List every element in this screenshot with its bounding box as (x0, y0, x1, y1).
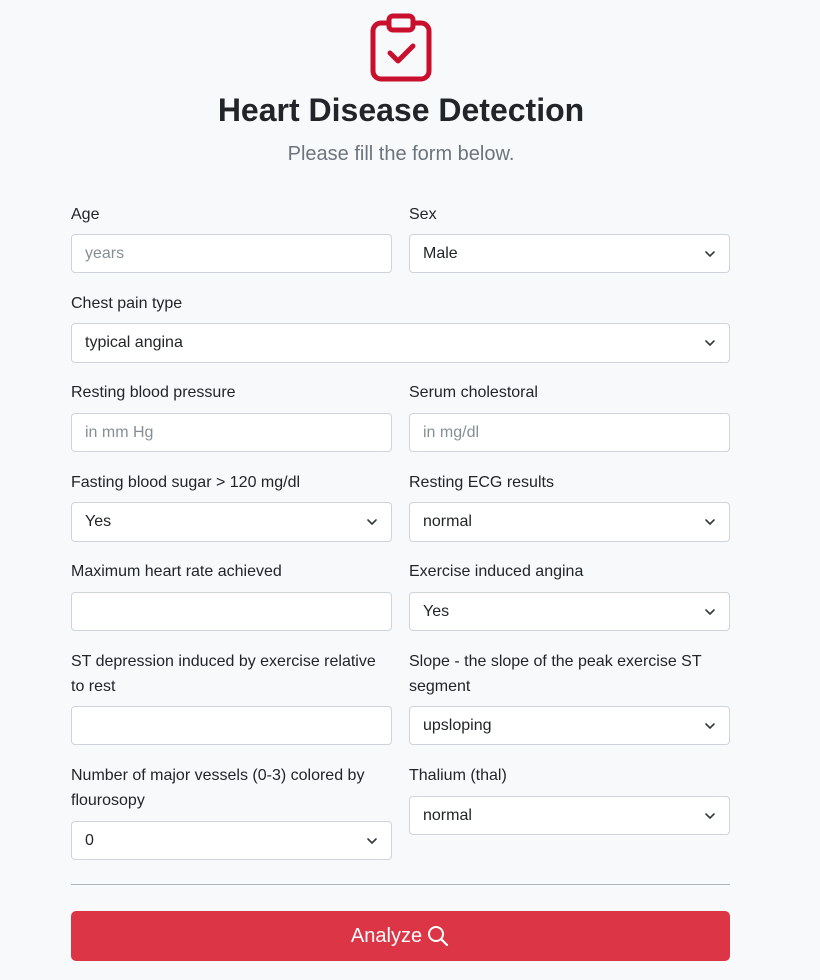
restecg-field-group: Resting ECG results normal (409, 470, 730, 542)
exang-label: Exercise induced angina (409, 563, 584, 580)
rest-bp-field-group: Resting blood pressure in mm Hg (71, 380, 392, 452)
oldpeak-label: ST depression induced by exercise relati… (71, 653, 376, 695)
ca-field-group: Number of major vessels (0-3) colored by… (71, 763, 392, 860)
thalach-input[interactable] (71, 592, 392, 631)
age-input[interactable]: years (71, 234, 392, 273)
ca-select-value: 0 (85, 831, 94, 849)
chest-pain-label: Chest pain type (71, 295, 183, 312)
slope-label: Slope - the slope of the peak exercise S… (409, 653, 702, 695)
exang-select-value: Yes (423, 602, 450, 620)
restecg-label: Resting ECG results (409, 474, 554, 491)
chevron-down-icon (705, 723, 715, 729)
fbs-field-group: Fasting blood sugar > 120 mg/dl Yes (71, 470, 392, 542)
chest-pain-select[interactable]: typical angina (71, 323, 730, 363)
thal-select[interactable]: normal (409, 796, 730, 835)
oldpeak-field-group: ST depression induced by exercise relati… (71, 649, 392, 746)
slope-field-group: Slope - the slope of the peak exercise S… (409, 649, 730, 746)
age-field-group: Age years (71, 202, 392, 273)
restecg-select[interactable]: normal (409, 502, 730, 542)
chevron-down-icon (705, 813, 715, 819)
divider (71, 884, 730, 885)
thal-label: Thalium (thal) (409, 767, 507, 784)
page: Heart Disease Detection Please fill the … (0, 0, 820, 980)
chevron-down-icon (705, 251, 715, 257)
rest-bp-label: Resting blood pressure (71, 384, 236, 401)
fbs-select[interactable]: Yes (71, 502, 392, 542)
clipboard-check-icon (369, 13, 433, 83)
exang-field-group: Exercise induced angina Yes (409, 559, 730, 631)
chest-pain-field-group: Chest pain type typical angina (71, 291, 730, 363)
thal-select-value: normal (423, 806, 472, 824)
exang-select[interactable]: Yes (409, 592, 730, 631)
page-subtitle: Please fill the form below. (287, 143, 515, 165)
cholesterol-field-group: Serum cholestoral in mg/dl (409, 380, 730, 452)
thalach-field-group: Maximum heart rate achieved (71, 559, 392, 631)
ca-label: Number of major vessels (0-3) colored by… (71, 767, 365, 809)
chevron-down-icon (367, 838, 377, 844)
slope-select[interactable]: upsloping (409, 706, 730, 745)
page-title: Heart Disease Detection (217, 92, 585, 128)
chevron-down-icon (705, 340, 715, 346)
restecg-select-value: normal (423, 513, 472, 530)
chevron-down-icon (367, 519, 377, 525)
fbs-label: Fasting blood sugar > 120 mg/dl (71, 474, 301, 491)
rest-bp-input[interactable]: in mm Hg (71, 413, 392, 452)
cholesterol-label: Serum cholestoral (409, 384, 538, 401)
sex-label: Sex (409, 206, 437, 223)
cholesterol-input[interactable]: in mg/dl (409, 413, 730, 452)
search-icon (428, 926, 449, 947)
fbs-select-value: Yes (85, 513, 112, 530)
ca-select[interactable]: 0 (71, 821, 392, 860)
analyze-button[interactable]: Analyze (71, 911, 730, 961)
chest-pain-select-value: typical angina (85, 334, 183, 351)
thalach-label: Maximum heart rate achieved (71, 563, 282, 580)
sex-field-group: Sex Male (409, 202, 730, 273)
analyze-button-label: Analyze (350, 924, 423, 947)
chevron-down-icon (705, 609, 715, 615)
sex-select[interactable]: Male (409, 234, 730, 273)
sex-select-value: Male (423, 244, 458, 262)
chevron-down-icon (705, 519, 715, 525)
age-label: Age (71, 206, 100, 223)
thal-field-group: Thalium (thal) normal (409, 763, 730, 835)
oldpeak-input[interactable] (71, 706, 392, 745)
slope-select-value: upsloping (423, 716, 492, 734)
